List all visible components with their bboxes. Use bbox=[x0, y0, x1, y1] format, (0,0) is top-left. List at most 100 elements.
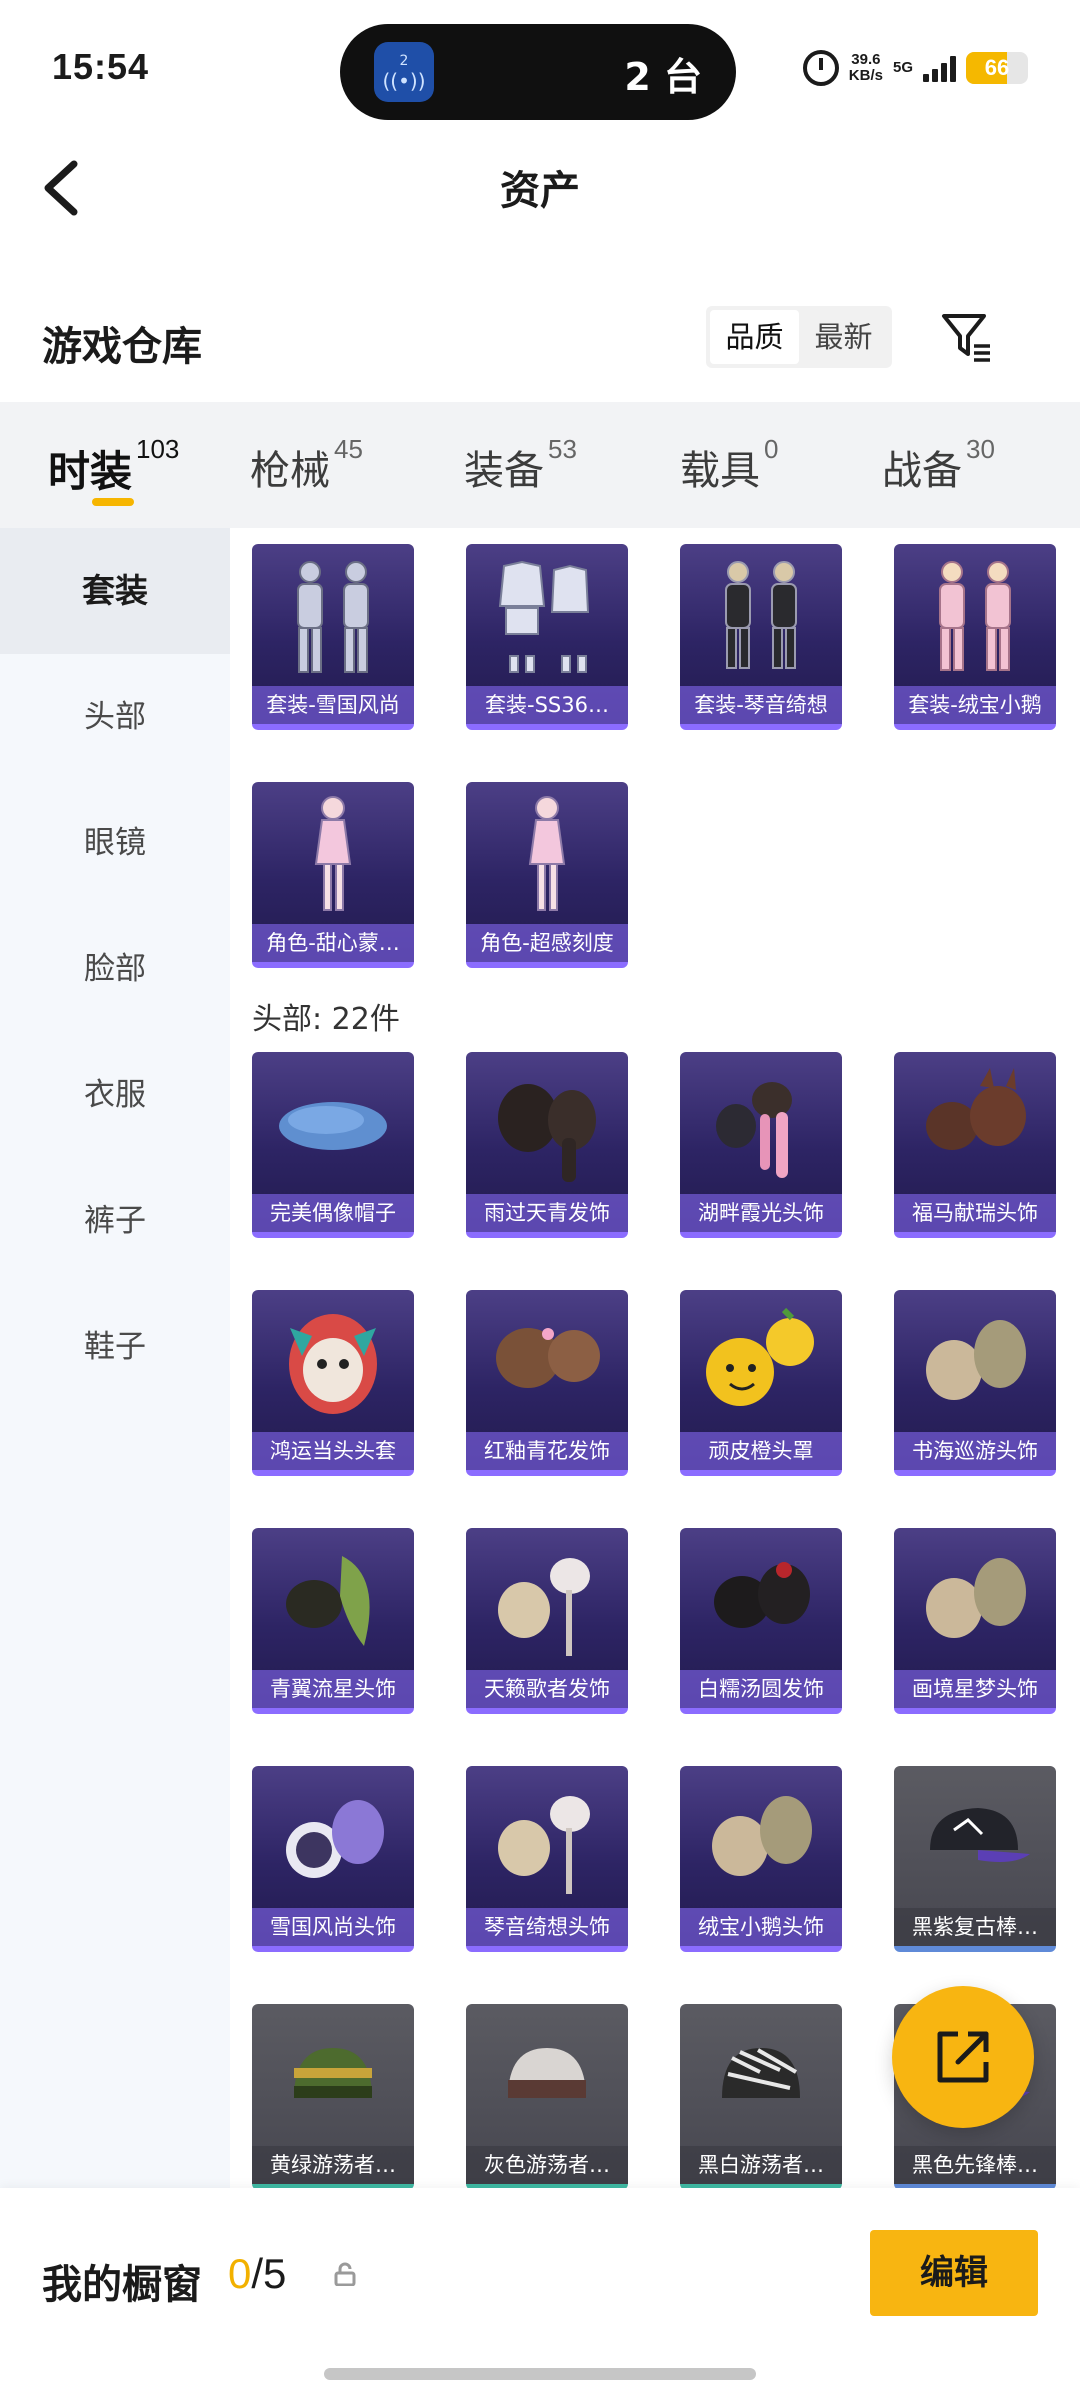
item-card[interactable]: 套装-绒宝小鹅 bbox=[894, 544, 1056, 730]
hair-light-icon bbox=[466, 1774, 628, 1906]
tab-label: 枪械 bbox=[250, 448, 330, 494]
item-card[interactable]: 套装-雪国风尚 bbox=[252, 544, 414, 730]
share-button[interactable] bbox=[892, 1986, 1034, 2128]
hair-green-icon bbox=[252, 1536, 414, 1668]
character-icon bbox=[466, 790, 628, 922]
showcase-label: 我的橱窗 bbox=[42, 2262, 202, 2308]
item-card[interactable]: 鸿运当头头套 bbox=[252, 1290, 414, 1476]
item-card[interactable]: 雪国风尚头饰 bbox=[252, 1766, 414, 1952]
share-out-icon bbox=[937, 2031, 989, 2083]
item-label: 套装-绒宝小鹅 bbox=[894, 686, 1056, 724]
side-item-face[interactable]: 脸部 bbox=[0, 906, 230, 1032]
item-label: 套装-雪国风尚 bbox=[252, 686, 414, 724]
dynamic-island[interactable]: 2 ((•)) 2 台 bbox=[340, 24, 736, 120]
item-card[interactable]: 黑白游荡者… bbox=[680, 2004, 842, 2188]
filter-icon[interactable] bbox=[940, 310, 994, 364]
item-label: 湖畔霞光头饰 bbox=[680, 1194, 842, 1232]
item-label: 青翼流星头饰 bbox=[252, 1670, 414, 1708]
item-card[interactable]: 顽皮橙头罩 bbox=[680, 1290, 842, 1476]
tab-combat-gear[interactable]: 战备 30 bbox=[882, 402, 1052, 528]
item-label: 琴音绮想头饰 bbox=[466, 1908, 628, 1946]
side-item-glasses[interactable]: 眼镜 bbox=[0, 780, 230, 906]
item-label: 画境星梦头饰 bbox=[894, 1670, 1056, 1708]
tab-equipment[interactable]: 装备 53 bbox=[464, 402, 680, 528]
hair-black-icon bbox=[680, 1536, 842, 1668]
item-card[interactable]: 画境星梦头饰 bbox=[894, 1528, 1056, 1714]
broadcast-icon: 2 ((•)) bbox=[374, 42, 434, 102]
item-label: 雨过天青发饰 bbox=[466, 1194, 628, 1232]
item-card[interactable]: 角色-甜心蒙… bbox=[252, 782, 414, 968]
lock-icon bbox=[334, 2262, 356, 2287]
hair-pink-icon bbox=[680, 1060, 842, 1192]
item-card[interactable]: 灰色游荡者… bbox=[466, 2004, 628, 2188]
side-item-shoes[interactable]: 鞋子 bbox=[0, 1284, 230, 1410]
island-badge: 2 bbox=[399, 53, 409, 69]
battery-level: 66 bbox=[984, 55, 1010, 80]
cap-icon bbox=[894, 1774, 1056, 1906]
home-indicator[interactable] bbox=[324, 2368, 756, 2380]
island-device-count: 2 台 bbox=[624, 55, 702, 99]
outfit-suit-icon bbox=[252, 552, 414, 684]
item-card[interactable]: 青翼流星头饰 bbox=[252, 1528, 414, 1714]
item-card[interactable]: 天籁歌者发饰 bbox=[466, 1528, 628, 1714]
sort-by-newest[interactable]: 最新 bbox=[799, 310, 888, 364]
showcase-count: 0/5 bbox=[228, 2250, 286, 2298]
item-card[interactable]: 湖畔霞光头饰 bbox=[680, 1052, 842, 1238]
item-label: 套装-琴音绮想 bbox=[680, 686, 842, 724]
tab-count: 103 bbox=[136, 434, 180, 464]
network-speed-unit: KB/s bbox=[848, 67, 883, 84]
item-card[interactable]: 书海巡游头饰 bbox=[894, 1290, 1056, 1476]
beret-icon bbox=[252, 1060, 414, 1192]
beanie-zebra-icon bbox=[680, 2012, 842, 2144]
item-label: 绒宝小鹅头饰 bbox=[680, 1908, 842, 1946]
battery-icon: 66 bbox=[966, 52, 1028, 84]
tab-label: 时装 bbox=[48, 447, 133, 496]
item-label: 完美偶像帽子 bbox=[252, 1194, 414, 1232]
item-card[interactable]: 黑紫复古棒… bbox=[894, 1766, 1056, 1952]
item-label: 红釉青花发饰 bbox=[466, 1432, 628, 1470]
item-card[interactable]: 完美偶像帽子 bbox=[252, 1052, 414, 1238]
head-group-heading: 头部: 22件 bbox=[252, 1002, 400, 1037]
item-label: 天籁歌者发饰 bbox=[466, 1670, 628, 1708]
hair-dark-icon bbox=[466, 1060, 628, 1192]
edit-button[interactable]: 编辑 bbox=[870, 2230, 1038, 2316]
sort-by-quality[interactable]: 品质 bbox=[710, 310, 799, 364]
item-card[interactable]: 套装-琴音绮想 bbox=[680, 544, 842, 730]
item-card[interactable]: 琴音绮想头饰 bbox=[466, 1766, 628, 1952]
tab-fashion[interactable]: 时装 103 bbox=[48, 402, 250, 528]
item-grid-panel[interactable]: 套装-雪国风尚 套装-SS36… 套装-琴音绮想 套装-绒宝小鹅角色-甜心蒙… 角色-超… bbox=[230, 528, 1080, 2188]
tab-guns[interactable]: 枪械 45 bbox=[250, 402, 464, 528]
network-speed-value: 39.6 bbox=[851, 51, 881, 68]
tab-label: 战备 bbox=[882, 448, 962, 494]
side-item-pants[interactable]: 裤子 bbox=[0, 1158, 230, 1284]
item-card[interactable]: 雨过天青发饰 bbox=[466, 1052, 628, 1238]
outfit-clothes-icon bbox=[466, 552, 628, 684]
item-card[interactable]: 红釉青花发饰 bbox=[466, 1290, 628, 1476]
item-card[interactable]: 福马献瑞头饰 bbox=[894, 1052, 1056, 1238]
side-item-sets[interactable]: 套装 bbox=[0, 528, 230, 654]
item-label: 角色-甜心蒙… bbox=[252, 924, 414, 962]
item-card[interactable]: 黄绿游荡者… bbox=[252, 2004, 414, 2188]
beanie-gray-icon bbox=[466, 2012, 628, 2144]
outfit-pink-icon bbox=[894, 552, 1056, 684]
item-card[interactable]: 套装-SS36… bbox=[466, 544, 628, 730]
side-item-head[interactable]: 头部 bbox=[0, 654, 230, 780]
item-card[interactable]: 白糯汤圆发饰 bbox=[680, 1528, 842, 1714]
item-card[interactable]: 角色-超感刻度 bbox=[466, 782, 628, 968]
tab-vehicles[interactable]: 载具 0 bbox=[680, 402, 882, 528]
item-label: 顽皮橙头罩 bbox=[680, 1432, 842, 1470]
item-label: 黑紫复古棒… bbox=[894, 1908, 1056, 1946]
item-card[interactable]: 绒宝小鹅头饰 bbox=[680, 1766, 842, 1952]
side-item-clothes[interactable]: 衣服 bbox=[0, 1032, 230, 1158]
category-tabs: 时装 103 枪械 45 装备 53 载具 0 战备 30 bbox=[0, 402, 1080, 528]
hair-light-icon bbox=[466, 1536, 628, 1668]
tab-label: 装备 bbox=[464, 448, 544, 494]
showcase-total: /5 bbox=[251, 2250, 287, 2297]
item-label: 鸿运当头头套 bbox=[252, 1432, 414, 1470]
item-label: 福马献瑞头饰 bbox=[894, 1194, 1056, 1232]
item-label: 角色-超感刻度 bbox=[466, 924, 628, 962]
warehouse-title: 游戏仓库 bbox=[42, 324, 202, 370]
outfit-suit-dark-icon bbox=[680, 552, 842, 684]
item-label: 黑色先锋棒… bbox=[894, 2146, 1056, 2184]
showcase-current: 0 bbox=[228, 2250, 252, 2297]
